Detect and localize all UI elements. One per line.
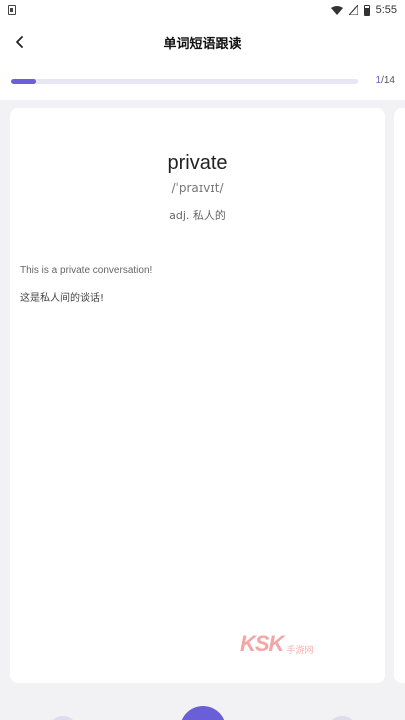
wifi-icon (330, 5, 343, 15)
watermark-tagline: 手游网 (286, 646, 314, 657)
definition-text: adj. 私人的 (169, 209, 226, 222)
bottom-controls (0, 688, 405, 720)
phonetic-text: /ˈpraɪvɪt/ (171, 181, 224, 195)
example-sentence-en: This is a private conversation! (20, 265, 153, 276)
sim-card-icon (8, 5, 16, 15)
status-bar: 5:55 (0, 0, 405, 20)
watermark-logo: KSK 手游网 (240, 631, 313, 657)
example-sentence-zh: 这是私人间的谈话! (20, 293, 105, 304)
page-title: 单词短语跟读 (163, 36, 242, 52)
playback-recording-button[interactable] (327, 716, 357, 720)
progress-total: /14 (381, 75, 395, 86)
chevron-left-icon (16, 36, 23, 48)
progress-bar (11, 79, 358, 84)
battery-icon (363, 4, 370, 16)
status-left (8, 5, 16, 15)
word-card[interactable]: private /ˈpraɪvɪt/ adj. 私人的 This is a pr… (10, 108, 385, 683)
progress-section: 1/14 (0, 64, 405, 100)
signal-icon (348, 5, 358, 15)
next-card-peek[interactable] (394, 108, 405, 683)
word-text: private (167, 152, 228, 174)
status-time: 5:55 (375, 4, 397, 16)
record-button[interactable] (180, 706, 226, 720)
watermark-logo-text: KSK (240, 631, 284, 656)
progress-fill (11, 79, 36, 84)
progress-counter: 1/14 (376, 75, 395, 86)
status-right: 5:55 (330, 4, 397, 16)
top-app-bar: 单词短语跟读 (0, 20, 405, 64)
back-button[interactable] (8, 30, 32, 54)
play-audio-button[interactable] (48, 716, 78, 720)
